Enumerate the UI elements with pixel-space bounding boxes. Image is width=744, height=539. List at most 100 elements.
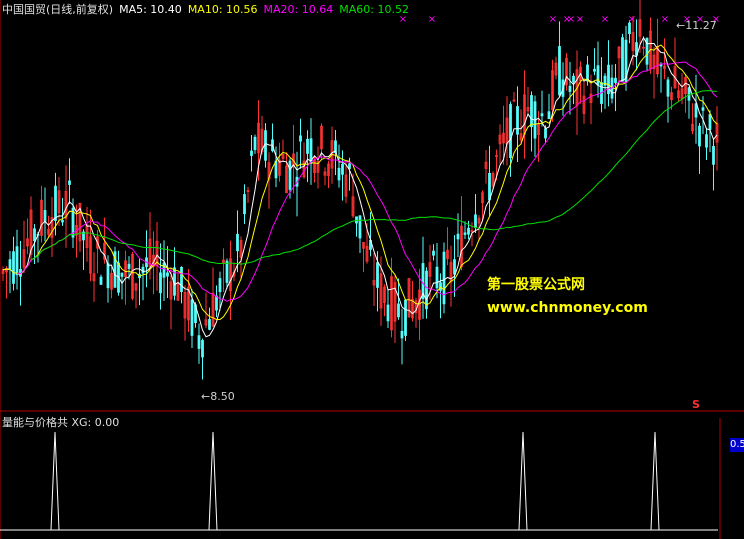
- indicator-spike: [50, 431, 60, 531]
- ma60-label: MA60: 10.52: [339, 3, 409, 16]
- candle-body: [712, 145, 715, 165]
- indicator-header: 量能与价格共 XG: 0.00: [2, 414, 119, 430]
- candle-body: [666, 79, 670, 97]
- high-arrow-icon: ←: [676, 19, 686, 32]
- candle-body: [701, 107, 705, 111]
- security-title: 中国国贸(日线,前复权): [2, 3, 114, 16]
- main-header: 中国国贸(日线,前复权) MA5: 10.40 MA10: 10.56 MA20: 1…: [2, 1, 415, 17]
- sub-axis-value: 0.5: [730, 438, 744, 452]
- candle-body: [253, 136, 257, 151]
- candle-body: [386, 304, 390, 322]
- candle-body: [61, 220, 64, 223]
- ma5-line: [2, 36, 718, 338]
- candle-body: [288, 160, 292, 190]
- signal-marker: ×: [428, 14, 436, 25]
- candle-body: [568, 85, 572, 92]
- candle-body: [432, 250, 435, 256]
- candle-body: [547, 111, 551, 120]
- candle-body: [404, 299, 407, 336]
- candle-body: [201, 340, 204, 358]
- candle-body: [299, 135, 302, 142]
- candle-body: [456, 233, 460, 240]
- indicator-spike: [650, 431, 660, 531]
- candle-body: [337, 167, 341, 181]
- candle-body: [166, 272, 169, 277]
- watermark-url: www.chnmoney.com: [487, 300, 648, 316]
- candle-body: [141, 266, 145, 274]
- signal-marker: ×: [549, 14, 557, 25]
- candle-body: [439, 282, 442, 291]
- candle-body: [12, 251, 15, 284]
- candle-body: [68, 180, 71, 185]
- candle-body: [621, 37, 624, 82]
- indicator-spike: [208, 431, 218, 531]
- indicator-name: 量能与价格共: [2, 416, 68, 429]
- candle-body: [54, 185, 57, 221]
- candle-body: [614, 77, 617, 83]
- candle-body: [509, 104, 512, 158]
- candle-body: [274, 160, 278, 179]
- ma10-line: [2, 44, 718, 320]
- ma5-label: MA5: 10.40: [119, 3, 182, 16]
- low-price-label: ←8.50: [201, 390, 235, 403]
- candle-body: [215, 295, 218, 311]
- candle-body: [467, 227, 470, 235]
- candle-body: [106, 263, 110, 289]
- candle-body: [558, 46, 561, 96]
- candle-body: [43, 210, 47, 222]
- ma10-label: MA10: 10.56: [187, 3, 258, 16]
- candle-body: [236, 233, 239, 252]
- high-price-label: ←11.27: [676, 19, 717, 32]
- candlestick-chart[interactable]: × × × ×× × × × × × × ×: [0, 0, 744, 539]
- signal-marker: ×: [628, 14, 636, 25]
- candle-body: [596, 65, 600, 86]
- candle-body: [698, 125, 701, 147]
- candle-body: [8, 259, 12, 270]
- candle-body: [694, 103, 698, 118]
- indicator-spike: [518, 431, 528, 531]
- candle-body: [453, 259, 456, 275]
- candle-body: [208, 319, 211, 330]
- candle-body: [243, 194, 246, 215]
- candle-body: [190, 299, 194, 336]
- indicator-xg: XG: 0.00: [71, 416, 120, 429]
- candle-body: [530, 95, 533, 128]
- chart-window: × × × × × × × × × × × × 中国国贸(日线,前复权) MA5: 10.40 MA10:…: [0, 0, 744, 539]
- candle-body: [197, 335, 201, 349]
- candle-body: [376, 262, 379, 288]
- signal-s-mark: S: [692, 398, 700, 411]
- candle-body: [225, 260, 229, 283]
- candle-body: [180, 266, 183, 293]
- candle-body: [218, 278, 222, 293]
- candle-body: [15, 246, 19, 276]
- candle-body: [397, 303, 400, 318]
- candle-body: [488, 172, 491, 201]
- candle-body: [442, 251, 446, 305]
- candle-body: [33, 228, 36, 241]
- candle-body: [358, 215, 362, 239]
- candle-body: [516, 106, 519, 135]
- candle-body: [593, 68, 596, 72]
- ma20-label: MA20: 10.64: [263, 3, 334, 16]
- candle-body: [341, 163, 344, 175]
- candle-body: [425, 270, 428, 310]
- low-arrow-icon: ←: [201, 390, 211, 403]
- candle-body: [705, 134, 708, 148]
- candle-body: [544, 128, 547, 139]
- candle-body: [159, 272, 162, 294]
- candle-body: [708, 114, 712, 130]
- signal-marker: ×: [661, 14, 669, 25]
- candle-body: [250, 150, 253, 156]
- signal-marker: ×: [567, 14, 575, 25]
- candle-body: [463, 232, 467, 235]
- candle-body: [120, 272, 124, 277]
- candle-body: [99, 276, 103, 285]
- candle-body: [572, 75, 575, 83]
- candle-body: [400, 330, 404, 339]
- signal-marker: ×: [601, 14, 609, 25]
- candle-body: [435, 266, 439, 289]
- candle-body: [306, 138, 309, 154]
- candle-body: [162, 262, 166, 278]
- candle-body: [474, 214, 477, 229]
- watermark-title: 第一股票公式网: [487, 277, 585, 293]
